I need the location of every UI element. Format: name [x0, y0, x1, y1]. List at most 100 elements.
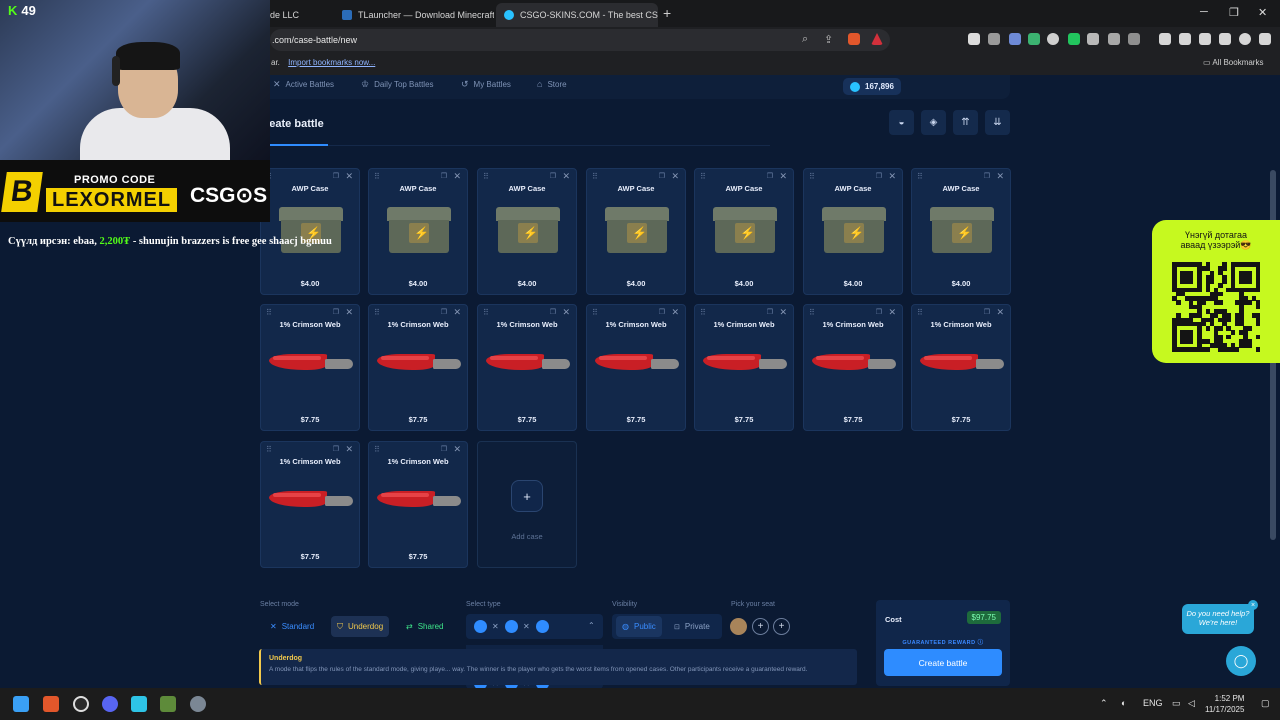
drag-handle-icon[interactable]: ⠿	[266, 308, 272, 317]
copy-icon[interactable]: ❐	[767, 308, 773, 316]
minimize-button[interactable]: ─	[1200, 6, 1208, 18]
puzzle-icon[interactable]	[1108, 33, 1120, 45]
import-bookmarks-link[interactable]: Import bookmarks now...	[288, 58, 375, 67]
copy-icon[interactable]: ❐	[333, 308, 339, 316]
case-card[interactable]: ⠿ ❐ ✕ 1% Crimson Web $7.75	[477, 304, 577, 431]
language-indicator[interactable]: ENG	[1143, 698, 1163, 708]
tab-csgo-skins[interactable]: CSGO-SKINS.COM - The best CS ✕	[496, 3, 658, 27]
case-card[interactable]: ⠿ ❐ ✕ 1% Crimson Web $7.75	[694, 304, 794, 431]
nav-store[interactable]: ⌂ Store	[537, 79, 567, 89]
extension-icon[interactable]	[1128, 33, 1140, 45]
extension-icon[interactable]	[968, 33, 980, 45]
obs-icon[interactable]	[73, 696, 89, 712]
discord-icon[interactable]	[102, 696, 118, 712]
address-bar[interactable]: .com/case-battle/new	[270, 29, 890, 51]
music-icon[interactable]	[1159, 33, 1171, 45]
nav-my-battles[interactable]: ↺ My Battles	[461, 79, 511, 90]
drag-handle-icon[interactable]: ⠿	[374, 445, 380, 454]
case-card[interactable]: ⠿❐✕AWP Case⚡$4.00	[803, 168, 903, 295]
close-window-button[interactable]: ✕	[1258, 6, 1267, 19]
mode-shared-button[interactable]: ⇄ Shared	[400, 616, 450, 637]
copy-icon[interactable]: ❐	[333, 172, 339, 180]
copy-icon[interactable]: ❐	[441, 308, 447, 316]
remove-case-icon[interactable]: ✕	[671, 307, 679, 318]
brave-icon[interactable]	[43, 696, 59, 712]
share-icon[interactable]: ⇪	[824, 33, 833, 46]
case-card[interactable]: ⠿❐✕AWP Case⚡$4.00	[477, 168, 577, 295]
copy-icon[interactable]: ❐	[984, 172, 990, 180]
remove-case-icon[interactable]: ✕	[996, 307, 1004, 318]
seat-avatar[interactable]	[730, 618, 747, 635]
copy-icon[interactable]: ❐	[876, 308, 882, 316]
settings-gear-icon[interactable]	[190, 696, 206, 712]
case-card[interactable]: ⠿❐✕AWP Case⚡$4.00	[694, 168, 794, 295]
drag-handle-icon[interactable]: ⠿	[266, 445, 272, 454]
copy-icon[interactable]: ❐	[441, 445, 447, 453]
maximize-button[interactable]: ❐	[1229, 6, 1239, 19]
sidebar-icon[interactable]	[1179, 33, 1191, 45]
visibility-public-button[interactable]: ◍ Public	[616, 616, 662, 637]
extension-icon[interactable]	[1028, 33, 1040, 45]
close-help-icon[interactable]: ×	[1248, 600, 1258, 610]
copy-icon[interactable]: ❐	[767, 172, 773, 180]
sort-desc-button[interactable]: ⇊	[985, 110, 1010, 135]
remove-case-icon[interactable]: ✕	[562, 171, 570, 182]
balance-badge[interactable]: 167,896	[843, 78, 901, 95]
remove-case-icon[interactable]: ✕	[453, 171, 461, 182]
network-icon[interactable]: ▭	[1172, 698, 1181, 709]
add-case-card[interactable]: + Add case	[477, 441, 577, 568]
remove-case-icon[interactable]: ✕	[996, 171, 1004, 182]
sort-asc-button[interactable]: ⇈	[953, 110, 978, 135]
volume-icon[interactable]: ◁	[1188, 698, 1195, 709]
layers-tool-button[interactable]: ◈	[921, 110, 946, 135]
case-card[interactable]: ⠿❐✕AWP Case⚡$4.00	[260, 168, 360, 295]
tab-tlauncher[interactable]: TLauncher — Download Minecraft La	[334, 3, 494, 27]
case-card[interactable]: ⠿ ❐ ✕ 1% Crimson Web $7.75	[260, 304, 360, 431]
remove-case-icon[interactable]: ✕	[453, 307, 461, 318]
remove-case-icon[interactable]: ✕	[888, 171, 896, 182]
nav-active-battles[interactable]: ✕ Active Battles	[273, 79, 334, 90]
vpn-icon[interactable]	[1239, 33, 1251, 45]
remove-case-icon[interactable]: ✕	[345, 307, 353, 318]
globe-icon[interactable]	[1047, 33, 1059, 45]
remove-case-icon[interactable]: ✕	[562, 307, 570, 318]
visibility-private-button[interactable]: ⊡ Private	[668, 616, 716, 637]
copy-icon[interactable]: ❐	[550, 308, 556, 316]
notification-icon[interactable]: ▢	[1261, 698, 1270, 709]
drag-handle-icon[interactable]: ⠿	[917, 308, 923, 317]
windows-start-icon[interactable]	[13, 696, 29, 712]
copy-icon[interactable]: ❐	[876, 172, 882, 180]
drag-handle-icon[interactable]: ⠿	[809, 308, 815, 317]
copy-icon[interactable]: ❐	[441, 172, 447, 180]
remove-case-icon[interactable]: ✕	[345, 444, 353, 455]
tray-overflow-icon[interactable]: ⌃	[1100, 698, 1108, 709]
vpn-app-icon[interactable]	[131, 696, 147, 712]
remove-case-icon[interactable]: ✕	[779, 307, 787, 318]
search-icon[interactable]: ⌕	[802, 33, 808, 46]
tab-llc[interactable]: de LLC	[262, 3, 334, 27]
extension-icon[interactable]	[1068, 33, 1080, 45]
remove-case-icon[interactable]: ✕	[671, 171, 679, 182]
nav-daily-top-battles[interactable]: ♔ Daily Top Battles	[361, 79, 434, 90]
minecraft-icon[interactable]	[160, 696, 176, 712]
help-bubble[interactable]: Do you need help? We're here!	[1182, 604, 1254, 634]
copy-icon[interactable]: ❐	[984, 308, 990, 316]
drag-handle-icon[interactable]: ⠿	[374, 308, 380, 317]
drag-handle-icon[interactable]: ⠿	[483, 308, 489, 317]
wallet-icon[interactable]	[1199, 33, 1211, 45]
case-card[interactable]: ⠿ ❐ ✕ 1% Crimson Web $7.75	[260, 441, 360, 568]
remove-case-icon[interactable]: ✕	[345, 171, 353, 182]
copy-icon[interactable]: ❐	[550, 172, 556, 180]
coins-tool-button[interactable]: ◒	[889, 110, 914, 135]
drag-handle-icon[interactable]: ⠿	[374, 172, 380, 181]
drag-handle-icon[interactable]: ⠿	[700, 172, 706, 181]
remove-case-icon[interactable]: ✕	[888, 307, 896, 318]
extension-icon[interactable]	[1009, 33, 1021, 45]
copy-icon[interactable]: ❐	[333, 445, 339, 453]
seat-slot-button[interactable]: +	[752, 618, 769, 635]
mode-standard-button[interactable]: ✕ Standard	[264, 616, 320, 637]
extension-icon[interactable]	[988, 33, 1000, 45]
mode-underdog-button[interactable]: ⛉ Underdog	[331, 616, 390, 637]
drag-handle-icon[interactable]: ⠿	[700, 308, 706, 317]
seat-slot-button[interactable]: +	[773, 618, 790, 635]
